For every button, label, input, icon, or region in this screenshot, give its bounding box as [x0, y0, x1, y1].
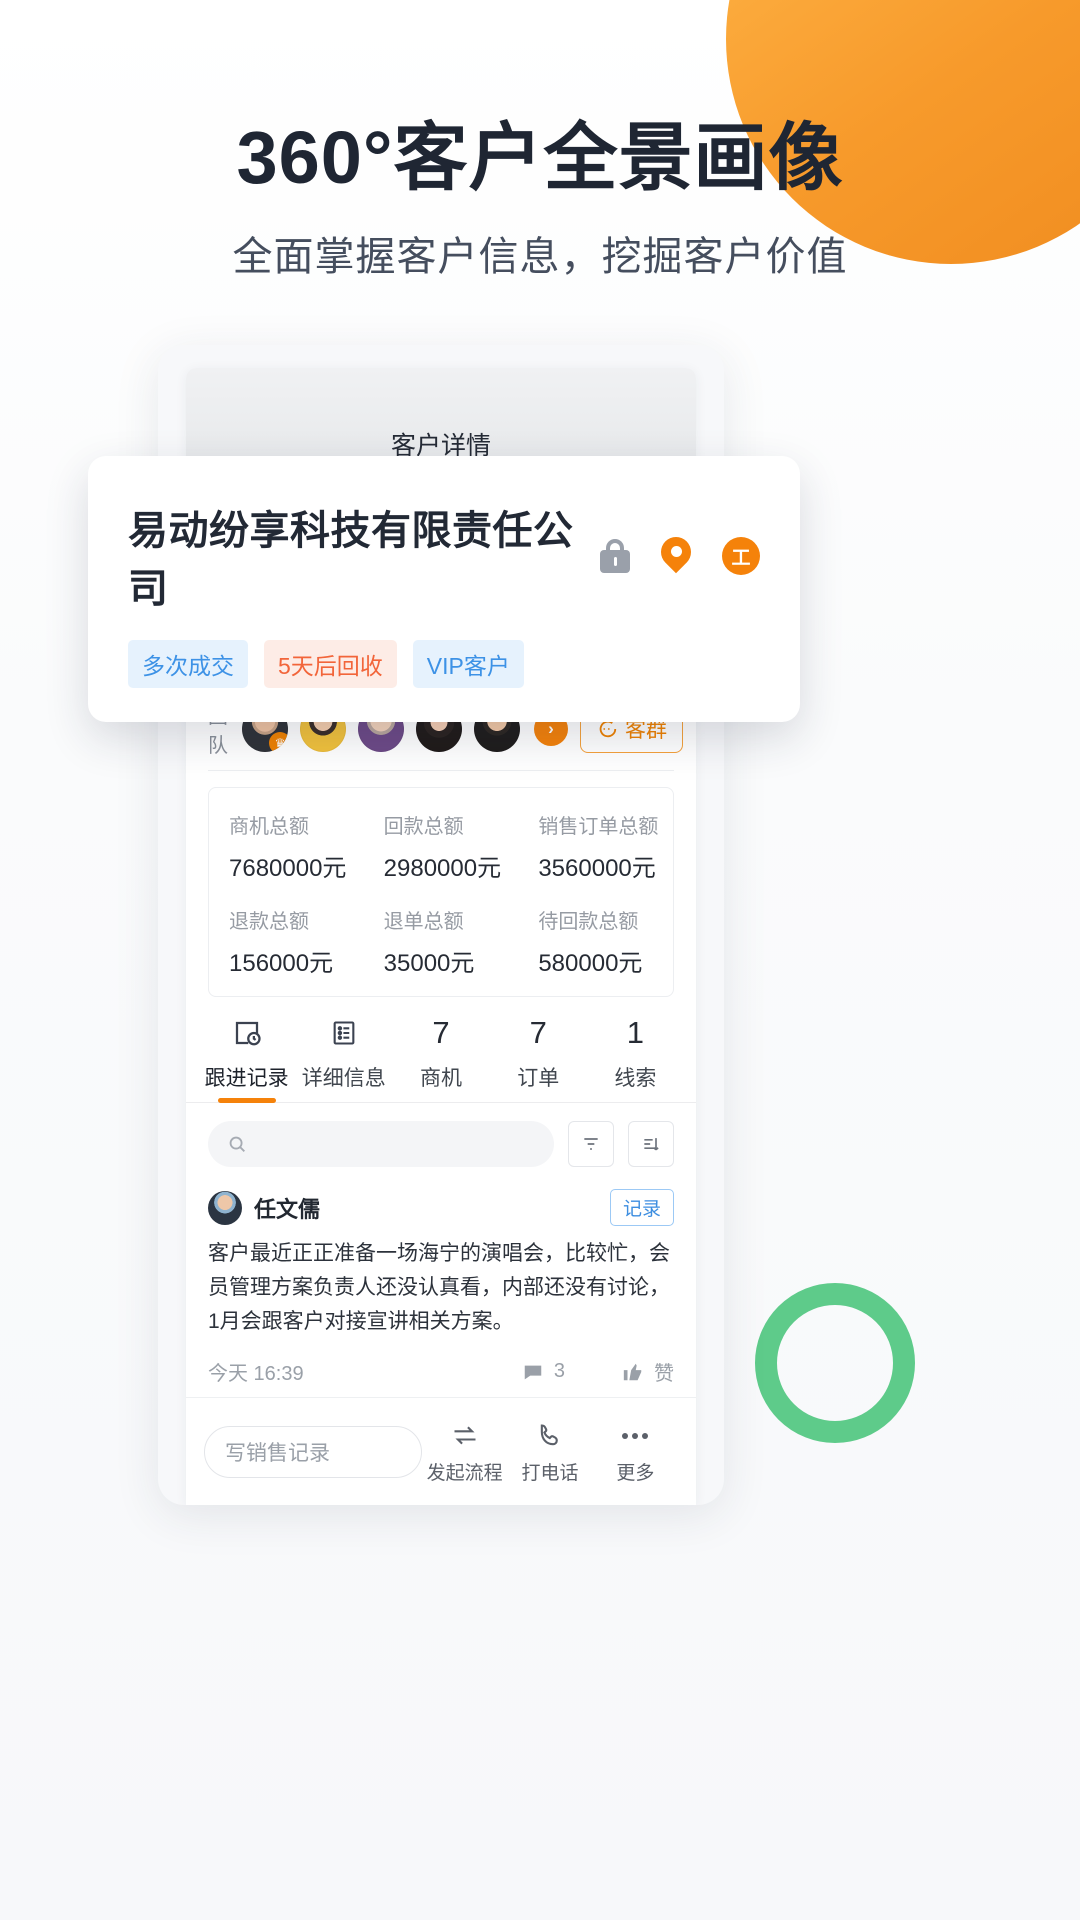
- stat-key: 退款总额: [229, 911, 309, 933]
- feed-type-badge[interactable]: 记录: [609, 1189, 674, 1226]
- avatar: [208, 1190, 242, 1225]
- like-action[interactable]: 赞: [621, 1357, 674, 1386]
- decorative-green-ring: [755, 1283, 915, 1443]
- more-button[interactable]: 更多: [593, 1418, 678, 1485]
- stat-value: 156000元: [229, 950, 334, 977]
- phone-icon: [507, 1418, 592, 1454]
- feed-item-header: 任文儒 记录: [208, 1189, 674, 1226]
- stat-key: 商机总额: [229, 816, 309, 838]
- comment-action[interactable]: 3: [521, 1360, 565, 1383]
- comment-icon: [524, 1365, 542, 1379]
- feed-item[interactable]: 任文儒 记录 客户最近正正准备一场海宁的演唱会，比较忙，会员管理方案负责人还没认…: [208, 1173, 674, 1411]
- stat-value: 3560000元: [538, 855, 656, 882]
- tab-count: 7: [432, 1015, 450, 1050]
- tab-count: 1: [626, 1015, 645, 1050]
- tab-bar: 跟进记录 详细信息 7 商机 7 订单 1 线索: [186, 1013, 696, 1102]
- bottom-action-bar: 写销售记录 发起流程 打电话 更多: [186, 1397, 696, 1505]
- write-record-placeholder: 写销售记录: [225, 1441, 330, 1465]
- filter-button[interactable]: [568, 1121, 614, 1167]
- company-tag-list: 多次成交 5天后回收 VIP客户: [128, 640, 760, 688]
- company-name: 易动纷享科技有限责任公司: [128, 509, 574, 611]
- tab-detail-info[interactable]: 详细信息: [295, 1013, 392, 1102]
- stats-card: 商机总额 7680000元 回款总额 2980000元 销售订单总额 35600…: [208, 787, 674, 997]
- stat-value: 7680000元: [229, 855, 347, 882]
- stat-value: 580000元: [538, 950, 643, 977]
- sort-icon: [644, 1138, 659, 1151]
- page-title: 360°客户全景画像: [236, 116, 844, 199]
- search-icon: [229, 1136, 245, 1152]
- feed-body: 客户最近正正准备一场海宁的演唱会，比较忙，会员管理方案负责人还没认真看，内部还没…: [208, 1242, 670, 1334]
- sort-button[interactable]: [628, 1121, 674, 1167]
- lock-icon[interactable]: [600, 539, 630, 573]
- start-process-label: 发起流程: [426, 1463, 503, 1484]
- stat-value: 35000元: [383, 950, 475, 977]
- company-header: 易动纷享科技有限责任公司 工: [128, 498, 760, 614]
- comment-count: 3: [553, 1360, 565, 1383]
- hero-section: 360°客户全景画像 全面掌握客户信息，挖掘客户价值: [0, 118, 1080, 282]
- tab-count: 7: [529, 1015, 547, 1050]
- crown-icon: ♛: [269, 732, 288, 752]
- ellipsis-icon: [593, 1418, 678, 1454]
- tab-leads[interactable]: 1 线索: [587, 1013, 684, 1102]
- page-subtitle: 全面掌握客户信息，挖掘客户价值: [232, 234, 848, 279]
- tab-label: 详细信息: [301, 1067, 386, 1090]
- more-label: 更多: [616, 1463, 655, 1484]
- company-overlay-card: 易动纷享科技有限责任公司 工 多次成交 5天后回收 VIP客户: [88, 456, 800, 722]
- list-document-icon: [295, 1013, 392, 1053]
- search-toolbar: [186, 1103, 696, 1173]
- stat-cell: 商机总额 7680000元: [209, 810, 364, 883]
- tab-orders[interactable]: 7 订单: [490, 1013, 587, 1102]
- tab-label: 跟进记录: [204, 1067, 289, 1090]
- stat-key: 待回款总额: [538, 911, 639, 933]
- status-badge[interactable]: 多次成交: [128, 640, 248, 688]
- company-icon-group: 工: [600, 530, 760, 575]
- call-label: 打电话: [521, 1463, 579, 1484]
- tab-follow-records[interactable]: 跟进记录: [198, 1013, 295, 1102]
- filter-icon: [584, 1138, 598, 1150]
- team-divider: [208, 770, 674, 771]
- status-badge[interactable]: 5天后回收: [264, 640, 397, 688]
- feed-footer: 今天 16:39 3 赞: [208, 1357, 674, 1386]
- feed-author: 任文儒: [254, 1196, 321, 1222]
- stat-key: 回款总额: [383, 816, 464, 838]
- call-button[interactable]: 打电话: [507, 1418, 592, 1485]
- feed-time: 今天 16:39: [208, 1363, 304, 1386]
- clock-document-icon: [198, 1013, 295, 1053]
- tab-opportunities[interactable]: 7 商机: [392, 1013, 489, 1102]
- stat-value: 2980000元: [383, 855, 502, 882]
- status-badge[interactable]: VIP客户: [412, 640, 524, 688]
- start-process-button[interactable]: 发起流程: [422, 1418, 507, 1485]
- write-record-input[interactable]: 写销售记录: [204, 1425, 422, 1478]
- thumbs-up-icon: [623, 1363, 642, 1380]
- tab-label: 线索: [614, 1067, 657, 1090]
- tab-label: 订单: [517, 1067, 560, 1090]
- search-input[interactable]: [208, 1121, 554, 1167]
- stat-cell: 退单总额 35000元: [364, 905, 519, 978]
- stat-key: 退单总额: [383, 911, 464, 933]
- lock-keyhole: [613, 557, 617, 566]
- exchange-arrows-icon: [422, 1418, 507, 1454]
- tab-label: 商机: [420, 1067, 462, 1090]
- stat-cell: 销售订单总额 3560000元: [518, 810, 673, 883]
- stat-cell: 退款总额 156000元: [209, 905, 364, 978]
- stat-key: 销售订单总额: [538, 816, 659, 838]
- stat-cell: 回款总额 2980000元: [364, 810, 519, 883]
- like-label: 赞: [654, 1363, 674, 1386]
- stat-cell: 待回款总额 580000元: [518, 905, 673, 978]
- pin-dot: [671, 546, 682, 557]
- location-pin-icon[interactable]: [654, 530, 698, 575]
- industry-badge-icon[interactable]: 工: [722, 537, 760, 575]
